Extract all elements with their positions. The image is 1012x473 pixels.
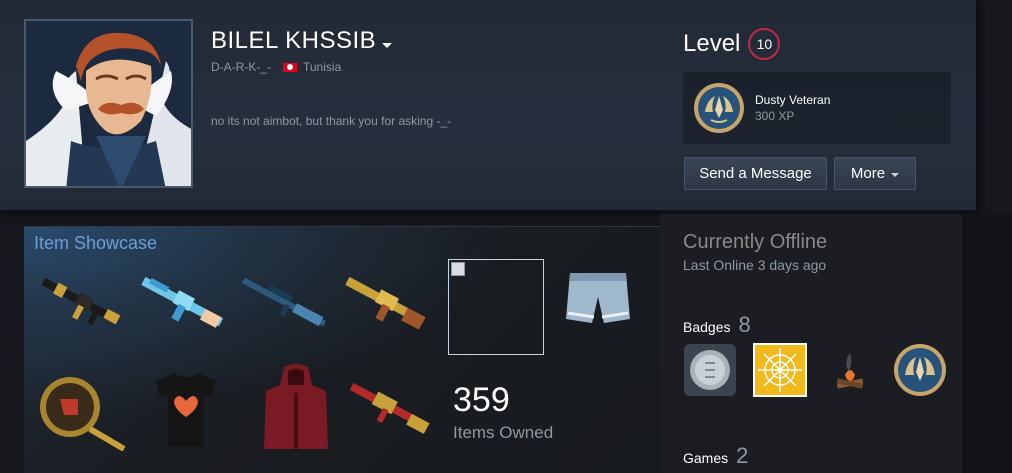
shorts-icon: [566, 273, 630, 323]
showcase-item-sniper-rifle-blue[interactable]: [236, 267, 332, 363]
broken-image-icon: [451, 262, 465, 276]
games-count: 2: [736, 443, 749, 468]
more-button[interactable]: More: [834, 157, 916, 190]
profile-header: BILEL KHSSIB D-A-R-K-_- Tunisia no its n…: [0, 0, 978, 212]
games-label: Games: [683, 450, 729, 466]
chevron-down-icon[interactable]: [382, 42, 393, 48]
campfire-badge-icon[interactable]: [823, 343, 877, 397]
silver-coin-badge-icon[interactable]: [683, 343, 737, 397]
favorite-badge-name: Dusty Veteran: [755, 93, 831, 107]
showcase-item-broken-image[interactable]: [448, 259, 544, 355]
favorite-badge-xp: 300 XP: [755, 109, 795, 123]
last-online: Last Online 3 days ago: [683, 257, 827, 273]
tunisia-flag-icon: [283, 62, 297, 72]
veteran-badge-icon: [694, 83, 744, 133]
veteran-badge-icon[interactable]: [893, 343, 947, 397]
send-message-label: Send a Message: [699, 165, 812, 182]
chevron-down-icon: [891, 172, 900, 177]
send-message-button[interactable]: Send a Message: [684, 157, 827, 190]
showcase-item-denim-shorts[interactable]: [560, 267, 656, 363]
page-margin: [962, 214, 1012, 473]
level-row: Level 10: [683, 28, 781, 60]
online-status: Currently Offline: [683, 231, 828, 253]
profile-summary: no its not aimbot, but thank you for ask…: [211, 114, 452, 128]
persona-subline: D-A-R-K-_- Tunisia: [211, 60, 341, 74]
persona-country: Tunisia: [303, 60, 342, 74]
showcase-item-rifle-red-gold[interactable]: [342, 373, 438, 469]
persona-alias: D-A-R-K-_-: [211, 60, 271, 74]
level-badge[interactable]: 10: [748, 28, 781, 60]
rifle-icon: [41, 277, 121, 326]
more-label: More: [850, 165, 886, 182]
rifle-icon: [141, 276, 224, 328]
showcase-item-assault-rifle-black-gold[interactable]: [32, 267, 128, 363]
level-label: Level: [683, 30, 741, 57]
badges-label: Badges: [683, 319, 731, 335]
tshirt-icon: [156, 373, 216, 447]
rifle-icon: [345, 276, 426, 330]
items-owned-count[interactable]: 359: [453, 381, 510, 420]
rifle-icon: [349, 382, 430, 434]
item-showcase: Item Showcase 359 Items Owned: [24, 226, 660, 473]
games-link[interactable]: Games 2: [683, 443, 748, 469]
persona-name[interactable]: BILEL KHSSIB: [211, 27, 393, 55]
showcase-item-red-hooded-jacket[interactable]: [256, 363, 352, 459]
avatar[interactable]: [24, 19, 193, 188]
badges-count: 8: [738, 312, 751, 337]
showcase-title: Item Showcase: [34, 233, 158, 253]
badges-link[interactable]: Badges 8: [683, 312, 751, 338]
showcase-item-gold-pan-emblem[interactable]: [34, 371, 130, 467]
emblem-icon: [40, 377, 126, 452]
gold-web-badge-icon[interactable]: [753, 343, 807, 397]
persona-name-text: BILEL KHSSIB: [211, 27, 377, 54]
showcase-item-rifle-blue-camo[interactable]: [134, 267, 230, 363]
favorite-badge[interactable]: Dusty Veteran 300 XP: [683, 72, 951, 144]
rifle-icon: [241, 277, 327, 327]
showcase-item-black-tshirt-heart[interactable]: [146, 367, 242, 463]
items-owned-label: Items Owned: [453, 423, 554, 442]
jacket-icon: [264, 364, 328, 449]
showcase-item-rifle-gold[interactable]: [338, 267, 434, 363]
avatar-portrait: [26, 21, 191, 186]
